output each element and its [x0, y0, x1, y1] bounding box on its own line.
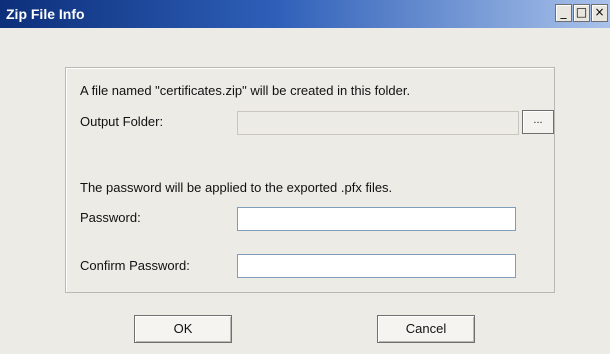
- password-label: Password:: [80, 210, 141, 225]
- browse-button[interactable]: ...: [522, 110, 554, 134]
- ok-button[interactable]: OK: [134, 315, 232, 343]
- output-folder-label: Output Folder:: [80, 114, 164, 129]
- confirm-password-field[interactable]: [237, 254, 516, 278]
- password-info-text: The password will be applied to the expo…: [80, 180, 393, 195]
- confirm-password-label: Confirm Password:: [80, 258, 190, 273]
- title-bar[interactable]: Zip File Info _ □ ×: [0, 0, 610, 28]
- close-icon[interactable]: ×: [591, 4, 608, 22]
- window-controls: _ □ ×: [555, 4, 608, 22]
- cancel-button[interactable]: Cancel: [377, 315, 475, 343]
- minimize-icon[interactable]: _: [555, 4, 572, 22]
- zip-file-info-window: Zip File Info _ □ × A file named "certif…: [0, 0, 610, 354]
- zip-info-text: A file named "certificates.zip" will be …: [80, 83, 411, 98]
- maximize-icon[interactable]: □: [573, 4, 590, 22]
- window-title: Zip File Info: [6, 6, 85, 22]
- password-field[interactable]: [237, 207, 516, 231]
- output-folder-field[interactable]: [237, 111, 519, 135]
